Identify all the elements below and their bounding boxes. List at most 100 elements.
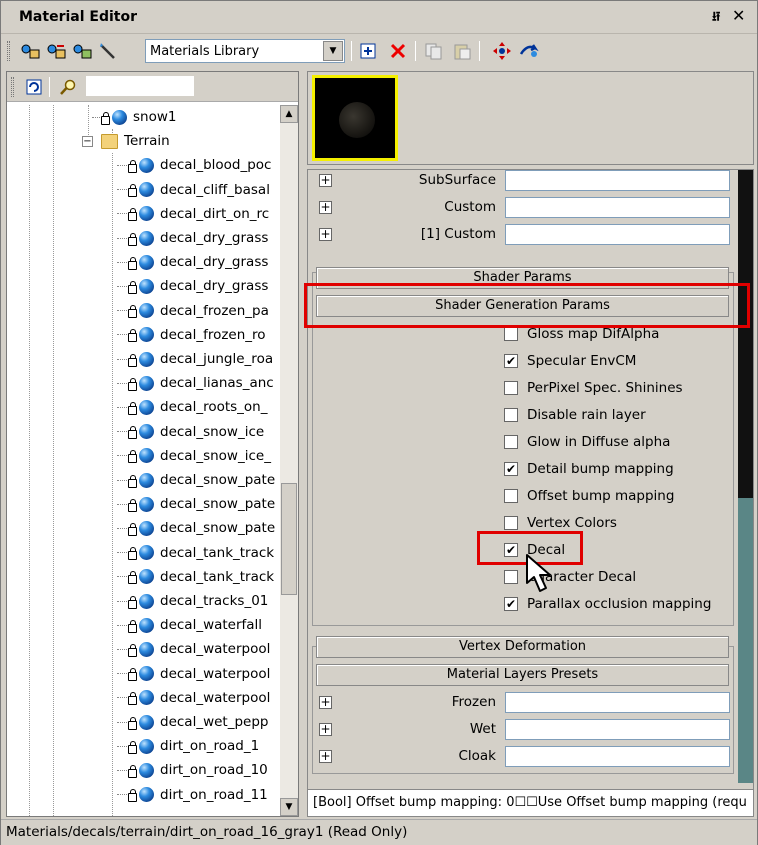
material-sphere-icon bbox=[139, 666, 154, 682]
tree-item[interactable]: decal_dry_grass bbox=[117, 274, 268, 298]
delete-icon[interactable] bbox=[387, 40, 409, 62]
tree-item[interactable]: decal_roots_on_ bbox=[117, 395, 268, 419]
tree-item[interactable]: decal_waterpool bbox=[117, 686, 270, 710]
tree-item-label: decal_waterpool bbox=[160, 665, 271, 682]
property-input[interactable] bbox=[505, 170, 730, 191]
toolbar-grip[interactable] bbox=[11, 77, 14, 97]
material-layers-presets-section[interactable]: Material Layers Presets bbox=[316, 664, 729, 686]
expand-icon[interactable]: + bbox=[319, 228, 332, 241]
tree-search-input[interactable] bbox=[85, 75, 195, 97]
shader-flag-checkbox[interactable] bbox=[504, 408, 518, 422]
shader-flag-checkbox[interactable] bbox=[504, 516, 518, 530]
refresh-tree-icon[interactable] bbox=[23, 76, 45, 98]
shader-flag-row[interactable]: Vertex Colors bbox=[504, 513, 617, 533]
preview-sphere bbox=[339, 102, 375, 138]
texture-slot-row: + SubSurface bbox=[308, 170, 738, 192]
collapse-icon[interactable]: − bbox=[82, 135, 93, 147]
tree-line bbox=[53, 105, 54, 816]
tree-item[interactable]: decal_frozen_pa bbox=[117, 299, 269, 323]
expand-icon[interactable]: + bbox=[319, 750, 332, 763]
tree-folder[interactable]: − Terrain bbox=[82, 129, 170, 153]
library-select[interactable]: Materials Library ▼ bbox=[145, 39, 345, 63]
shader-flag-row[interactable]: Glow in Diffuse alpha bbox=[504, 432, 670, 452]
material-preview[interactable] bbox=[312, 75, 398, 161]
shader-flag-checkbox[interactable]: ✔ bbox=[504, 597, 518, 611]
shader-flag-row[interactable]: Disable rain layer bbox=[504, 405, 646, 425]
pin-icon[interactable]: ⭿ bbox=[712, 8, 720, 30]
tree-scrollbar[interactable]: ▲ ▼ bbox=[280, 105, 298, 816]
tree-item[interactable]: decal_frozen_ro bbox=[117, 323, 266, 347]
tree-item-label: decal_tracks_01 bbox=[160, 593, 269, 609]
mouse-cursor-icon bbox=[525, 553, 565, 601]
tree-connector bbox=[117, 358, 127, 360]
shader-flag-checkbox[interactable]: ✔ bbox=[504, 462, 518, 476]
tree-item[interactable]: decal_snow_ice bbox=[117, 420, 264, 444]
shader-flag-checkbox[interactable] bbox=[504, 489, 518, 503]
get-material-icon[interactable] bbox=[19, 40, 41, 62]
move-icon[interactable] bbox=[491, 40, 513, 62]
add-icon[interactable] bbox=[357, 40, 379, 62]
property-input[interactable] bbox=[505, 746, 730, 767]
pick-material-icon[interactable] bbox=[45, 40, 67, 62]
close-icon[interactable]: ✕ bbox=[732, 6, 745, 25]
search-icon[interactable] bbox=[57, 76, 79, 98]
scroll-up-icon[interactable]: ▲ bbox=[280, 105, 298, 123]
toolbar-grip[interactable] bbox=[7, 41, 10, 61]
shader-flag-checkbox[interactable] bbox=[504, 435, 518, 449]
shader-flag-row[interactable]: ✔ Specular EnvCM bbox=[504, 351, 636, 371]
scrollbar-thumb[interactable] bbox=[281, 483, 297, 595]
tree-item[interactable]: decal_dirt_on_rc bbox=[117, 202, 269, 226]
shader-flag-row[interactable]: Offset bump mapping bbox=[504, 486, 674, 506]
property-input[interactable] bbox=[505, 197, 730, 218]
assign-material-icon[interactable] bbox=[71, 40, 93, 62]
shader-flag-checkbox[interactable]: ✔ bbox=[504, 354, 518, 368]
expand-icon[interactable]: + bbox=[319, 723, 332, 736]
properties-scrollbar-thumb[interactable] bbox=[738, 170, 753, 498]
expand-icon[interactable]: + bbox=[319, 174, 332, 187]
tree-item[interactable]: dirt_on_road_11 bbox=[117, 783, 268, 807]
tree-item[interactable]: decal_tank_track bbox=[117, 541, 274, 565]
shader-flag-checkbox[interactable] bbox=[504, 381, 518, 395]
tree-item[interactable]: decal_lianas_anc bbox=[117, 371, 274, 395]
reload-icon[interactable] bbox=[519, 40, 541, 62]
shader-flag-checkbox[interactable] bbox=[504, 570, 518, 584]
paste-icon[interactable] bbox=[451, 40, 473, 62]
tree-item[interactable]: decal_cliff_basal bbox=[117, 178, 270, 202]
tree-item[interactable]: decal_blood_poc bbox=[117, 153, 271, 177]
copy-icon[interactable] bbox=[423, 40, 445, 62]
tree-item[interactable]: decal_waterpool bbox=[117, 637, 270, 661]
tree-item[interactable]: decal_snow_pate bbox=[117, 468, 275, 492]
tree-item[interactable]: decal_jungle_roa bbox=[117, 347, 273, 371]
expand-icon[interactable]: + bbox=[319, 696, 332, 709]
tree-item[interactable]: decal_wet_pepp bbox=[117, 710, 268, 734]
tree-item[interactable]: decal_waterpool bbox=[117, 662, 270, 686]
shader-flag-checkbox[interactable] bbox=[504, 327, 518, 341]
shader-flag-row[interactable]: Character Decal bbox=[504, 567, 636, 587]
expand-icon[interactable]: + bbox=[319, 201, 332, 214]
tree-item[interactable]: decal_tank_track bbox=[117, 565, 274, 589]
chevron-down-icon[interactable]: ▼ bbox=[323, 41, 343, 61]
vertex-deformation-section[interactable]: Vertex Deformation bbox=[316, 636, 729, 658]
shader-flag-row[interactable]: ✔ Detail bump mapping bbox=[504, 459, 674, 479]
tree-item[interactable]: decal_snow_pate bbox=[117, 516, 275, 540]
properties-scrollbar-track[interactable] bbox=[738, 498, 753, 783]
tree-connector bbox=[117, 382, 127, 384]
tree-item[interactable]: decal_dry_grass bbox=[117, 226, 268, 250]
scroll-down-icon[interactable]: ▼ bbox=[280, 798, 298, 816]
tree-item[interactable]: decal_tracks_01 bbox=[117, 589, 268, 613]
tree-item[interactable]: decal_snow_pate bbox=[117, 492, 275, 516]
tree-item[interactable]: snow1 bbox=[92, 105, 176, 129]
main-toolbar: Materials Library ▼ bbox=[5, 37, 753, 67]
tree-item[interactable]: decal_waterfall bbox=[117, 613, 262, 637]
property-label: [1] Custom bbox=[420, 226, 496, 242]
tree-item[interactable]: dirt_on_road_10 bbox=[117, 758, 268, 782]
tree-item[interactable]: decal_snow_ice_ bbox=[117, 444, 271, 468]
property-input[interactable] bbox=[505, 692, 730, 713]
tree-item[interactable]: decal_dry_grass bbox=[117, 250, 268, 274]
property-input[interactable] bbox=[505, 224, 730, 245]
property-input[interactable] bbox=[505, 719, 730, 740]
material-tree-panel: snow1 − Terrain decal_blood_poc decal_cliff_… bbox=[6, 71, 299, 817]
tree-item[interactable]: dirt_on_road_1 bbox=[117, 734, 259, 758]
shader-flag-row[interactable]: PerPixel Spec. Shinines bbox=[504, 378, 683, 398]
wand-icon[interactable] bbox=[97, 40, 119, 62]
